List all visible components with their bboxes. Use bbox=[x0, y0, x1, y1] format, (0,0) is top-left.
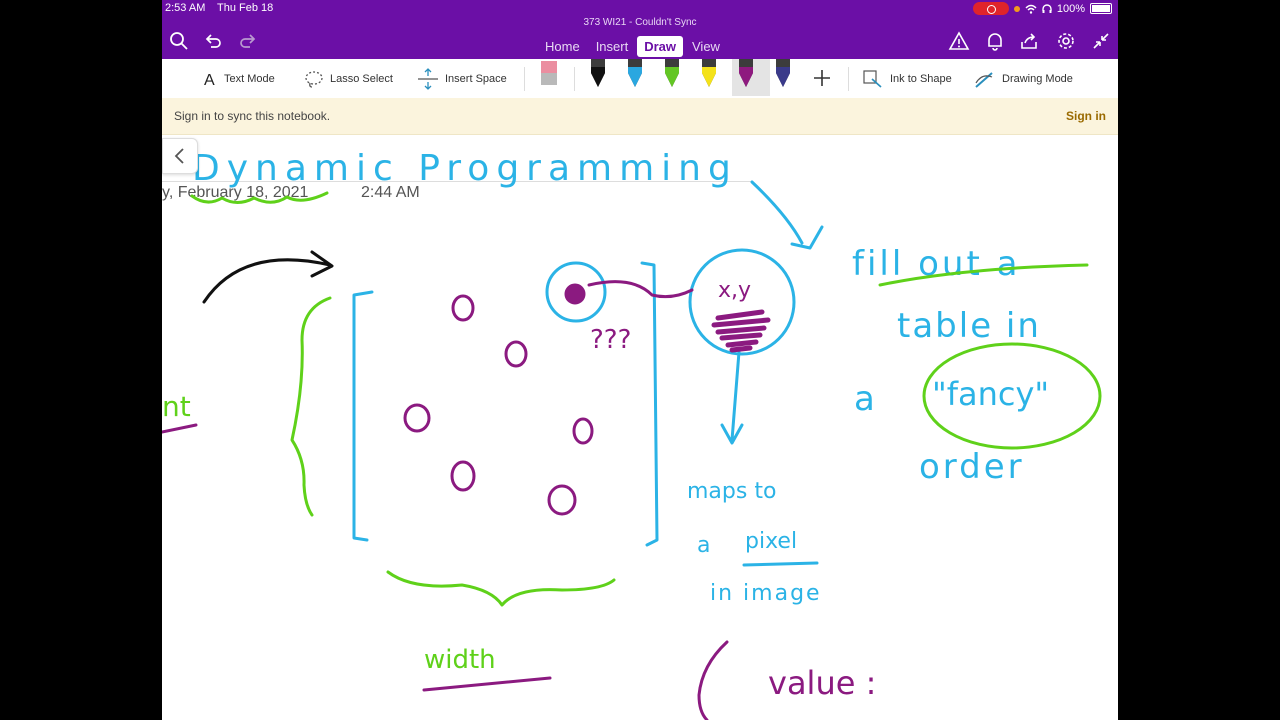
ink-left-fragment: nt bbox=[162, 390, 191, 423]
ink-note-table: table in bbox=[897, 306, 1041, 346]
ink-filled-dot bbox=[564, 283, 586, 305]
ink-canvas[interactable]: Dynamic Programming nt ??? x,y fill out … bbox=[162, 0, 1118, 720]
ink-green-brace-bottom bbox=[386, 570, 616, 607]
ink-black-arrow bbox=[202, 250, 334, 304]
ink-width-label: width bbox=[424, 645, 496, 675]
ink-pixel-word: pixel bbox=[745, 529, 797, 554]
ink-title-arrow bbox=[750, 180, 824, 250]
chevron-left-icon bbox=[174, 148, 184, 164]
ink-green-brace-left bbox=[290, 296, 332, 517]
ink-matrix-bracket-right bbox=[640, 261, 659, 547]
ink-matrix-cell bbox=[504, 340, 528, 368]
ink-note-fill: fill out a bbox=[852, 244, 1020, 284]
ink-matrix-cell bbox=[451, 294, 475, 322]
ink-pixel-arrow bbox=[720, 350, 744, 445]
ink-note-a: a bbox=[854, 379, 875, 419]
ink-value-label: value : bbox=[768, 664, 876, 702]
ink-matrix-bracket-left bbox=[352, 290, 374, 542]
ink-green-underline bbox=[190, 191, 329, 204]
back-button[interactable] bbox=[162, 138, 198, 174]
ink-matrix-cell bbox=[450, 460, 476, 492]
ink-scribble bbox=[711, 309, 771, 353]
ink-matrix-cell bbox=[572, 417, 594, 445]
ink-note-fancy: "fancy" bbox=[932, 375, 1049, 413]
ink-question-marks: ??? bbox=[590, 325, 631, 355]
ink-title: Dynamic Programming bbox=[192, 148, 738, 189]
ink-note-order: order bbox=[919, 447, 1025, 487]
ink-xy-label: x,y bbox=[718, 278, 751, 303]
ink-matrix-cell bbox=[403, 403, 431, 433]
ink-left-purple-line bbox=[162, 423, 198, 434]
ink-matrix-cell bbox=[547, 484, 577, 516]
ink-paren bbox=[697, 640, 729, 720]
ink-in-image: in image bbox=[710, 581, 822, 606]
ink-width-underline bbox=[422, 676, 552, 692]
ink-pixel-underline bbox=[742, 561, 819, 567]
ink-maps-to: maps to bbox=[687, 479, 776, 504]
ink-a: a bbox=[697, 533, 710, 558]
onenote-screen: 2:53 AM Thu Feb 18 100% 373 WI21 - Could… bbox=[162, 0, 1118, 720]
